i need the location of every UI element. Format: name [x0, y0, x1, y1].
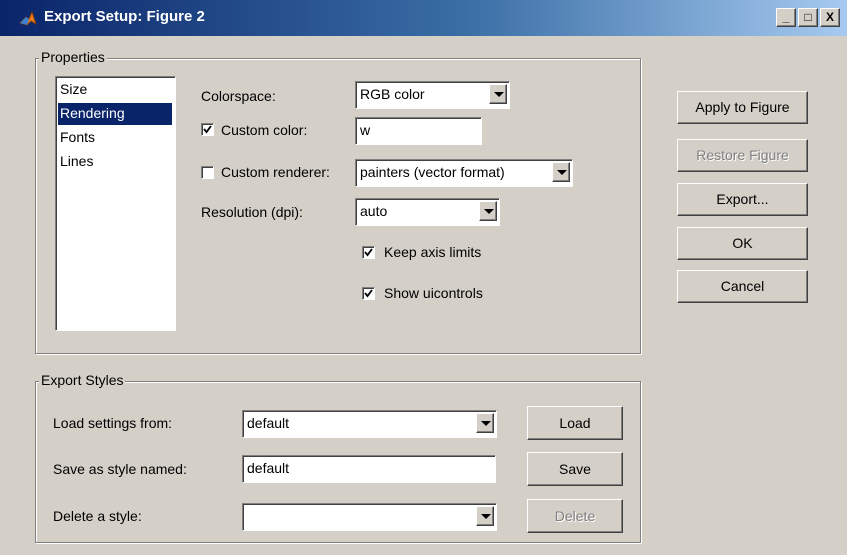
- delete-style-select[interactable]: [242, 503, 497, 531]
- show-uicontrols-label: Show uicontrols: [384, 285, 483, 301]
- load-settings-value: default: [247, 415, 290, 431]
- colorspace-select[interactable]: RGB color: [355, 81, 510, 109]
- matlab-icon: [19, 10, 37, 26]
- chevron-down-icon[interactable]: [489, 84, 507, 104]
- check-icon: [364, 248, 373, 257]
- restore-figure-button[interactable]: Restore Figure: [677, 139, 808, 172]
- chevron-down-icon[interactable]: [479, 201, 497, 221]
- resolution-label: Resolution (dpi):: [201, 204, 303, 220]
- cancel-button[interactable]: Cancel: [677, 270, 808, 303]
- resolution-select[interactable]: auto: [355, 198, 500, 226]
- show-uicontrols-checkbox[interactable]: [362, 287, 375, 300]
- properties-legend: Properties: [39, 49, 107, 65]
- custom-renderer-value: painters (vector format): [360, 164, 505, 180]
- load-settings-select[interactable]: default: [242, 410, 497, 438]
- maximize-button[interactable]: □: [798, 8, 818, 27]
- load-button[interactable]: Load: [527, 406, 623, 440]
- save-style-label: Save as style named:: [53, 461, 187, 477]
- export-styles-legend: Export Styles: [39, 372, 126, 388]
- check-icon: [203, 125, 212, 134]
- colorspace-label: Colorspace:: [201, 88, 276, 104]
- list-item-rendering[interactable]: Rendering: [58, 103, 172, 125]
- save-style-input[interactable]: default: [242, 455, 496, 483]
- keep-axis-limits-checkbox[interactable]: [362, 246, 375, 259]
- check-icon: [364, 289, 373, 298]
- keep-axis-limits-label: Keep axis limits: [384, 244, 482, 260]
- list-item-lines[interactable]: Lines: [58, 151, 172, 173]
- colorspace-value: RGB color: [360, 86, 425, 102]
- apply-to-figure-button[interactable]: Apply to Figure: [677, 91, 808, 124]
- custom-color-input[interactable]: w: [355, 117, 482, 145]
- custom-color-label: Custom color:: [221, 122, 308, 138]
- custom-renderer-label: Custom renderer:: [221, 164, 330, 180]
- custom-color-checkbox[interactable]: [201, 123, 214, 136]
- window-title: Export Setup: Figure 2: [44, 8, 205, 25]
- delete-style-label: Delete a style:: [53, 508, 142, 524]
- resolution-value: auto: [360, 203, 388, 219]
- ok-button[interactable]: OK: [677, 227, 808, 260]
- save-button[interactable]: Save: [527, 452, 623, 486]
- load-settings-label: Load settings from:: [53, 415, 173, 431]
- custom-renderer-select[interactable]: painters (vector format): [355, 159, 573, 187]
- custom-renderer-checkbox[interactable]: [201, 166, 214, 179]
- export-button[interactable]: Export...: [677, 183, 808, 216]
- title-bar[interactable]: Export Setup: Figure 2 _ □ X: [0, 0, 847, 36]
- minimize-button[interactable]: _: [776, 8, 796, 27]
- properties-list[interactable]: Size Rendering Fonts Lines: [55, 76, 176, 331]
- chevron-down-icon[interactable]: [552, 162, 570, 182]
- chevron-down-icon[interactable]: [476, 506, 494, 526]
- list-item-size[interactable]: Size: [58, 79, 172, 101]
- delete-button[interactable]: Delete: [527, 499, 623, 533]
- close-button[interactable]: X: [820, 8, 840, 27]
- chevron-down-icon[interactable]: [476, 413, 494, 433]
- list-item-fonts[interactable]: Fonts: [58, 127, 172, 149]
